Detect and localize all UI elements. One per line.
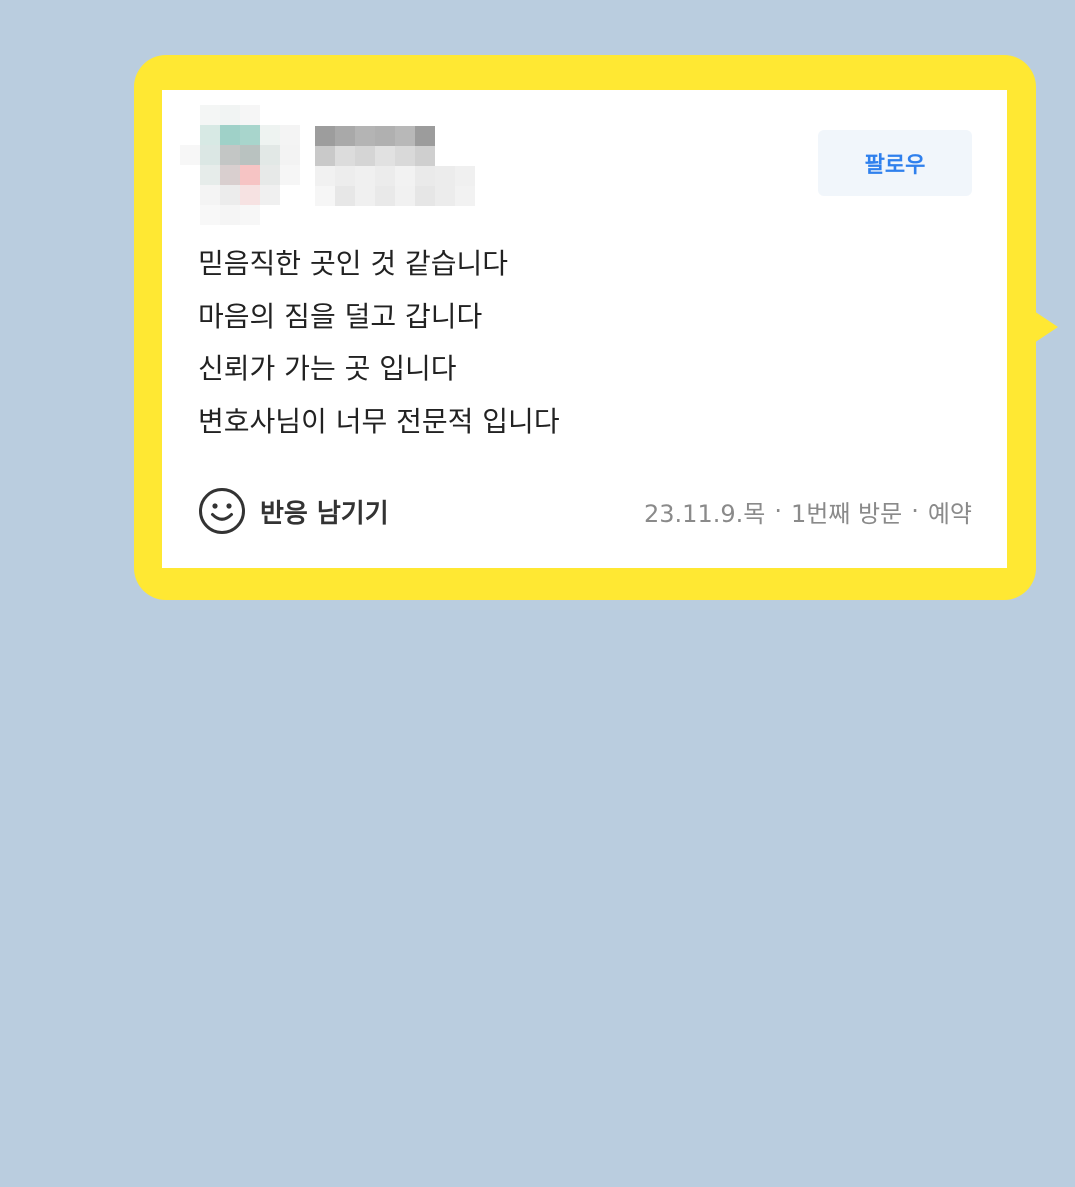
reaction-label: 반응 남기기 xyxy=(260,498,389,529)
visit-date: 23.11.9.목 xyxy=(644,499,766,528)
review-meta: 23.11.9.목 · 1번째 방문 · 예약 xyxy=(644,494,972,528)
follow-button[interactable]: 팔로우 xyxy=(818,130,972,196)
visit-count: 1번째 방문 xyxy=(790,499,903,528)
review-line: 마음의 짐을 덜고 갑니다 xyxy=(198,299,483,333)
review-text: 믿음직한 곳인 것 같습니다 마음의 짐을 덜고 갑니다 신뢰가 가는 곳 입니… xyxy=(198,238,898,448)
avatar xyxy=(180,105,300,225)
review-line: 신뢰가 가는 곳 입니다 xyxy=(198,352,457,385)
reviewer-name-redacted xyxy=(315,126,475,206)
smile-icon xyxy=(199,488,245,534)
visit-type: 예약 xyxy=(927,499,972,528)
meta-separator: · xyxy=(774,497,782,525)
speech-bubble-tail xyxy=(1034,311,1058,343)
meta-separator: · xyxy=(911,497,919,525)
leave-reaction-button[interactable]: 반응 남기기 xyxy=(198,487,389,535)
review-line: 믿음직한 곳인 것 같습니다 xyxy=(198,247,509,280)
review-line: 변호사님이 너무 전문적 입니다 xyxy=(198,404,560,438)
